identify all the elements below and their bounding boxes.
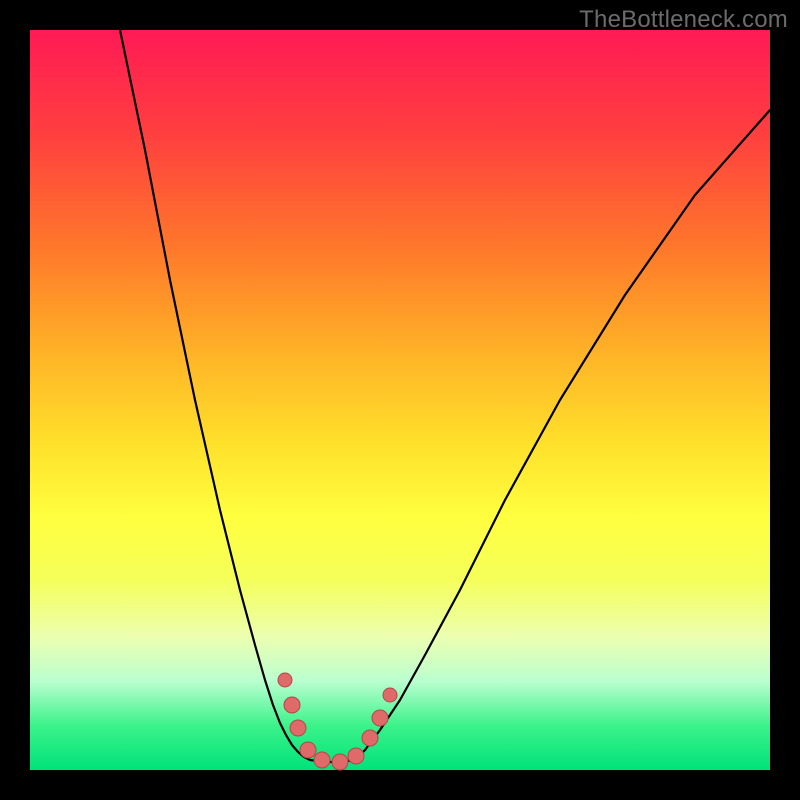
curve-beads [278, 673, 397, 770]
bead-marker [284, 697, 300, 713]
bead-marker [383, 688, 397, 702]
bead-marker [314, 752, 330, 768]
bead-marker [372, 710, 388, 726]
bead-marker [300, 742, 316, 758]
bead-marker [362, 730, 378, 746]
bead-marker [278, 673, 292, 687]
bead-marker [348, 748, 364, 764]
curve-svg [30, 30, 770, 770]
chart-frame: TheBottleneck.com [0, 0, 800, 800]
bead-marker [290, 720, 306, 736]
bead-marker [332, 754, 348, 770]
plot-area [30, 30, 770, 770]
bottleneck-curve [120, 30, 770, 762]
